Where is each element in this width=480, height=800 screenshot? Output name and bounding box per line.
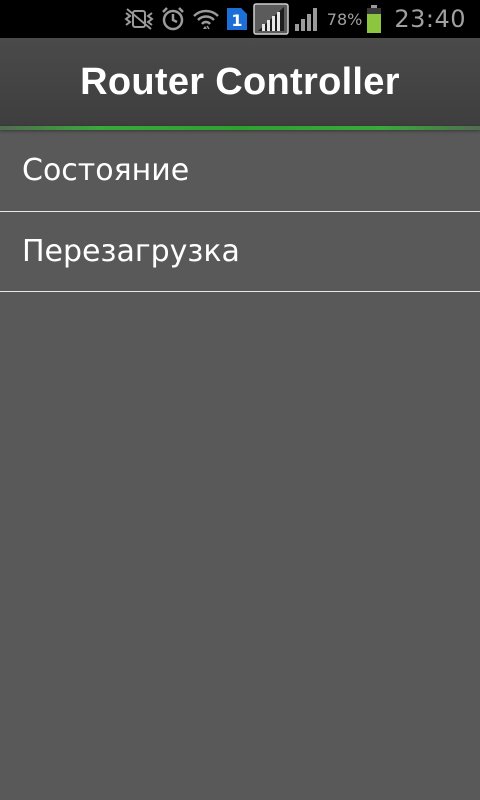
action-bar: Router Controller [0,38,480,126]
sim-1-icon: 1 [225,6,249,32]
menu-list: Состояние Перезагрузка [0,130,480,292]
signal-icon [293,5,321,33]
alarm-icon [159,5,187,33]
battery-icon [366,4,382,34]
status-icons: 1 78% 23:40 [123,0,466,38]
status-bar: 1 78% 23:40 [0,0,480,38]
app-title: Router Controller [80,60,400,103]
vibrate-muted-icon [123,6,155,32]
menu-item-label: Состояние [22,153,190,188]
menu-item-label: Перезагрузка [22,234,240,269]
menu-item-reboot[interactable]: Перезагрузка [0,212,480,292]
battery-percent: 78% [326,9,363,29]
sim-number: 1 [231,11,242,30]
status-clock: 23:40 [394,5,466,33]
wifi-icon [191,5,221,33]
signal-icon [253,3,289,35]
menu-item-status[interactable]: Состояние [0,130,480,212]
